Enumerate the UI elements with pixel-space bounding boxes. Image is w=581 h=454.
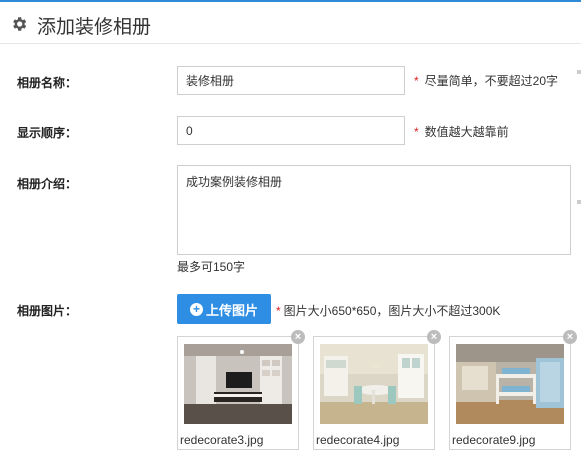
image-filename: redecorate4.jpg <box>316 433 400 447</box>
image-thumbnail[interactable]: redecorate9.jpg × <box>449 330 577 450</box>
album-intro-textarea[interactable]: 成功案例装修相册 <box>177 165 571 255</box>
album-name-label: 相册名称： <box>17 76 78 90</box>
char-limit-hint: 最多可150字 <box>177 260 246 274</box>
image-filename: redecorate9.jpg <box>452 433 536 447</box>
display-order-label: 显示顺序： <box>17 126 78 140</box>
album-images-label: 相册图片： <box>17 304 78 318</box>
required-mark: * <box>414 125 419 139</box>
image-thumbnail[interactable]: redecorate4.jpg × <box>313 330 441 450</box>
image-size-hint-text: 图片大小650*650，图片大小不超过300K <box>283 304 501 318</box>
upload-image-button[interactable]: + 上传图片 <box>177 294 271 324</box>
image-filename: redecorate3.jpg <box>180 433 264 447</box>
page-header: 添加装修相册 <box>0 2 581 44</box>
display-order-hint-text: 数值越大越靠前 <box>424 125 509 139</box>
gear-icon <box>13 17 27 31</box>
album-name-hint-text: 尽量简单，不要超过20字 <box>424 74 559 88</box>
album-name-hint: * 尽量简单，不要超过20字 <box>414 72 558 89</box>
album-intro-label: 相册介绍： <box>17 177 78 191</box>
room-photo <box>320 344 428 424</box>
scroll-indicator <box>577 70 581 74</box>
plus-icon: + <box>189 302 203 316</box>
required-mark: * <box>414 74 419 88</box>
album-name-input[interactable] <box>177 66 405 95</box>
display-order-input[interactable] <box>177 116 405 145</box>
close-icon[interactable]: × <box>563 330 577 344</box>
room-photo <box>184 344 292 424</box>
close-icon[interactable]: × <box>291 330 305 344</box>
image-size-hint: * 图片大小650*650，图片大小不超过300K <box>276 302 500 319</box>
image-thumbnail[interactable]: redecorate3.jpg × <box>177 330 305 450</box>
required-mark: * <box>276 304 281 318</box>
room-photo <box>456 344 564 424</box>
page-title: 添加装修相册 <box>37 17 152 38</box>
display-order-hint: * 数值越大越靠前 <box>414 123 509 140</box>
close-icon[interactable]: × <box>427 330 441 344</box>
upload-button-label: 上传图片 <box>205 302 258 318</box>
scroll-indicator <box>577 200 581 204</box>
